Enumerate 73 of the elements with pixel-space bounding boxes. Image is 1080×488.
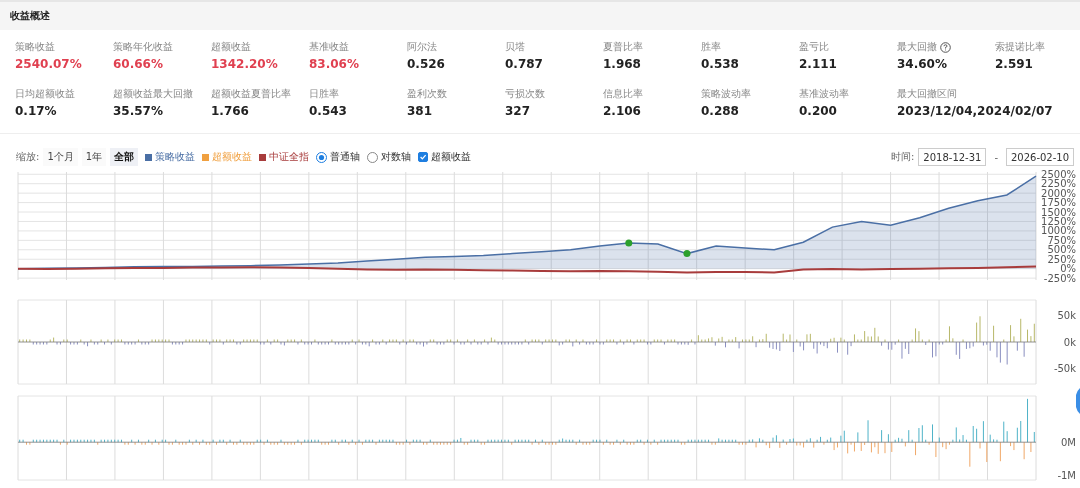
legend-label[interactable]: 中证全指 <box>269 150 310 164</box>
axis-tick-label: 0M <box>1061 436 1076 448</box>
legend-label[interactable]: 策略收益 <box>155 150 196 164</box>
zoom-button[interactable]: 1年 <box>81 148 107 166</box>
date-separator: - <box>994 151 998 163</box>
metric-label: 胜率 <box>701 40 721 54</box>
radio-label: 普通轴 <box>330 150 361 164</box>
axis-tick-label: 0% <box>1060 263 1076 275</box>
metric-value: 2.591 <box>995 56 1033 72</box>
metric-label: 日胜率 <box>309 87 339 101</box>
time-label: 时间: <box>891 150 915 164</box>
zoom-label: 缩放: <box>16 150 40 164</box>
axis-tick-label: -1M <box>1057 470 1076 482</box>
axis-tick-label: -250% <box>1043 272 1076 284</box>
metric-value: 0.543 <box>309 103 347 119</box>
metric-value: 2540.07% <box>15 56 82 72</box>
start-date-field[interactable]: 2018-12-31 <box>918 148 987 166</box>
zoom-button[interactable]: 全部 <box>110 148 139 166</box>
metric-value: 0.538 <box>701 56 739 72</box>
axis-tick-label: 1000% <box>1041 225 1076 237</box>
axis-tick-label: 500% <box>1047 244 1076 256</box>
section-title: 收益概述 <box>10 9 50 23</box>
metric-label: 盈亏比 <box>799 40 829 54</box>
axis-tick-label: 750% <box>1047 234 1076 246</box>
metric-value: 0.288 <box>701 103 739 119</box>
metric-label: 索提诺比率 <box>995 40 1045 54</box>
metric-value: 381 <box>407 103 433 119</box>
axis-tick-label: 2500% <box>1041 168 1076 180</box>
axis-tick-label: 2000% <box>1041 187 1076 199</box>
metric-label: 盈利次数 <box>407 87 447 101</box>
metric-value: 0.200 <box>799 103 837 119</box>
axis-tick-label: 1250% <box>1041 215 1076 227</box>
axis-tick-label: -50k <box>1053 363 1076 375</box>
metric-label: 阿尔法 <box>407 40 437 54</box>
axis-tick-label: 50k <box>1057 309 1076 321</box>
metric-value: 0.17% <box>15 103 57 119</box>
checkbox-label: 超额收益 <box>431 150 472 164</box>
metric-label: 策略波动率 <box>701 87 751 101</box>
metric-label: 亏损次数 <box>505 87 545 101</box>
metric-label: 基准波动率 <box>799 87 849 101</box>
metric-label: 基准收益 <box>309 40 349 54</box>
zoom-button[interactable]: 1个月 <box>43 148 78 166</box>
metric-label: 超额收益夏普比率 <box>211 87 291 101</box>
metric-value: 0.526 <box>407 56 445 72</box>
axis-tick-label: 1750% <box>1041 197 1076 209</box>
metric-label: 日均超额收益 <box>15 87 75 101</box>
metric-label: 最大回撤区间 <box>897 87 957 101</box>
metric-label: 贝塔 <box>505 40 525 54</box>
axis-tick-label: 250% <box>1047 253 1076 265</box>
axis-tick-label: 0k <box>1063 336 1076 348</box>
metric-label: 策略年化收益 <box>113 40 173 54</box>
metric-value: 0.787 <box>505 56 543 72</box>
metric-label: 夏普比率 <box>603 40 643 54</box>
metric-label: 最大回撤 <box>897 40 937 54</box>
metric-label: 策略收益 <box>15 40 55 54</box>
radio-label: 对数轴 <box>381 150 412 164</box>
metric-value: 1342.20% <box>211 56 278 72</box>
end-date-field[interactable]: 2026-02-10 <box>1006 148 1074 166</box>
metric-label: 超额收益 <box>211 40 251 54</box>
metric-value: 34.60% <box>897 56 947 72</box>
axis-tick-label: 1500% <box>1041 206 1076 218</box>
metric-label: 超额收益最大回撤 <box>113 87 193 101</box>
metric-value: 1.766 <box>211 103 249 119</box>
metric-value: 1.968 <box>603 56 641 72</box>
metric-value: 2.106 <box>603 103 641 119</box>
metric-value: 2023/12/04,2024/02/07 <box>897 103 1053 119</box>
axis-tick-label: 2250% <box>1041 178 1076 190</box>
metric-value: 35.57% <box>113 103 163 119</box>
metric-value: 2.111 <box>799 56 837 72</box>
metric-value: 327 <box>505 103 531 119</box>
metric-label: 信息比率 <box>603 87 643 101</box>
metric-value: 83.06% <box>309 56 359 72</box>
metric-value: 60.66% <box>113 56 163 72</box>
